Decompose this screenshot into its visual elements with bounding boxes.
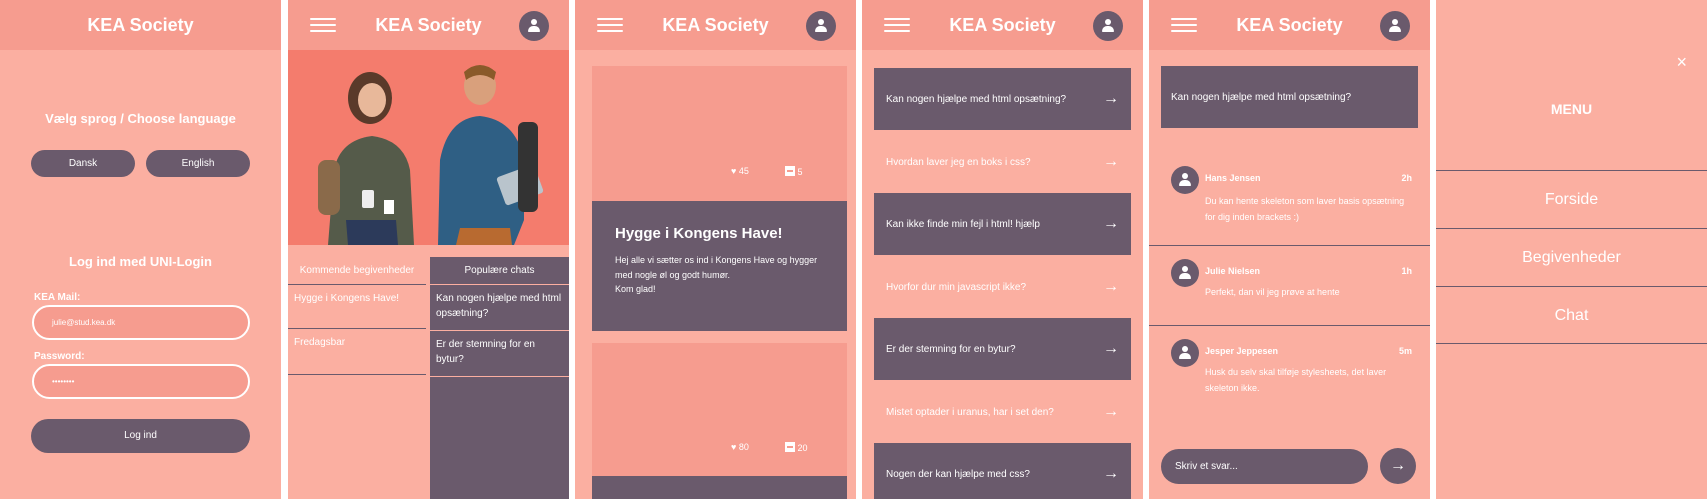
chat-message: Julie Nielsen 1h Perfekt, dan vil jeg pr… [1149,246,1430,326]
reply-input[interactable]: Skriv et svar... [1161,449,1368,484]
question-text: Kan ikke finde min fejl i html! hjælp [886,218,1040,230]
message-author: Julie Nielsen [1205,266,1261,276]
chat-message: Jesper Jeppesen 5m Husk du selv skal til… [1149,326,1430,416]
menu-item-begivenheder[interactable]: Begivenheder [1436,228,1707,286]
password-label: Password: [34,351,85,362]
question-row[interactable]: Mistet optader i uranus, har i set den? … [874,381,1131,443]
mail-label: KEA Mail: [34,292,81,303]
header: KEA Society [1149,0,1430,50]
login-title: Log ind med UNI-Login [69,254,212,269]
avatar [1171,259,1199,287]
arrow-icon: → [1103,278,1119,295]
message-time: 5m [1398,346,1412,356]
students-illustration [318,65,544,245]
profile-icon[interactable] [1380,11,1410,41]
mail-input[interactable]: julie@stud.kea.dk [32,305,250,340]
message-time: 2h [1401,173,1412,183]
question-text: Hvordan laver jeg en boks i css? [886,156,1031,168]
language-prompt: Vælg sprog / Choose language [45,111,236,126]
arrow-icon: → [1103,153,1119,170]
hero-image [288,50,569,245]
comment-count[interactable]: 20 [785,442,808,453]
events-screen: KEA Society ♥ 45 5 Hygge i Kongens Have!… [575,0,856,499]
chat-item[interactable]: Kan nogen hjælpe med html opsætning? [430,285,569,331]
message-text: Perfekt, dan vil jeg prøve at hente [1205,287,1340,297]
question-row[interactable]: Kan ikke finde min fejl i html! hjælp → [874,193,1131,255]
event-item[interactable]: Fredagsbar [288,329,426,375]
login-button[interactable]: Log ind [31,419,250,453]
message-author: Hans Jensen [1205,173,1261,183]
arrow-icon: → [1390,457,1406,474]
event-cta: Kom glad! [615,284,656,294]
profile-icon[interactable] [519,11,549,41]
chats-column-header: Populære chats [430,257,569,285]
header: KEA Society [0,0,281,50]
chat-message: Hans Jensen 2h Du kan hente skeleton som… [1149,155,1430,246]
menu-item-chat[interactable]: Chat [1436,286,1707,344]
lang-english-button[interactable]: English [146,150,250,177]
like-count[interactable]: ♥ 80 [731,442,749,452]
close-icon[interactable]: × [1676,52,1687,73]
question-header: Kan nogen hjælpe med html opsætning? [1161,66,1418,128]
chat-item[interactable]: Er der stemning for en bytur? [430,331,569,377]
profile-icon[interactable] [806,11,836,41]
question-text: Mistet optader i uranus, har i set den? [886,406,1054,418]
comment-count[interactable]: 5 [785,166,803,177]
question-row[interactable]: Hvordan laver jeg en boks i css? → [874,131,1131,193]
menu-screen: × MENU Forside Begivenheder Chat [1436,0,1707,499]
profile-icon[interactable] [1093,11,1123,41]
chats-column: Populære chats Kan nogen hjælpe med html… [430,257,569,499]
event-card-image[interactable] [592,66,847,201]
event-item[interactable]: Hygge i Kongens Have! [288,285,426,329]
featured-event-card[interactable]: Hygge i Kongens Have! Hej alle vi sætter… [592,201,847,331]
avatar [1171,166,1199,194]
message-time: 1h [1401,266,1412,276]
menu-title: MENU [1550,101,1593,117]
chat-detail-screen: KEA Society Kan nogen hjælpe med html op… [1149,0,1430,499]
heart-icon: ♥ [731,166,737,176]
app-title: KEA Society [87,15,194,35]
like-count[interactable]: ♥ 45 [731,166,749,176]
event-title: Hygge i Kongens Have! [615,225,783,242]
message-author: Jesper Jeppesen [1205,346,1279,356]
question-text: Kan nogen hjælpe med html opsætning? [886,93,1067,105]
menu-item-forside[interactable]: Forside [1436,170,1707,228]
events-column-header: Kommende begivenheder [288,257,426,285]
question-row[interactable]: Hvorfor dur min javascript ikke? → [874,256,1131,318]
event-card[interactable] [592,476,847,499]
event-description: Hej alle vi sætter os ind i Kongens Have… [615,255,818,280]
question-text: Nogen der kan hjælpe med css? [886,468,1030,480]
header: KEA Society [862,0,1143,50]
arrow-icon: → [1103,90,1119,107]
question-text: Hvorfor dur min javascript ikke? [886,281,1027,293]
avatar [1171,339,1199,367]
lang-dansk-button[interactable]: Dansk [31,150,135,177]
event-card-image[interactable] [592,343,847,476]
message-text: Du kan hente skeleton som laver basis op… [1205,196,1405,222]
question-row[interactable]: Nogen der kan hjælpe med css? → [874,443,1131,499]
header: KEA Society [575,0,856,50]
chat-list-screen: KEA Society Kan nogen hjælpe med html op… [862,0,1143,499]
comment-icon [785,442,795,452]
arrow-icon: → [1103,215,1119,232]
message-text: Husk du selv skal tilføje stylesheets, d… [1205,367,1387,393]
question-text: Er der stemning for en bytur? [886,343,1016,355]
password-input[interactable]: •••••••• [32,364,250,399]
send-button[interactable]: → [1380,448,1416,484]
question-row[interactable]: Kan nogen hjælpe med html opsætning? → [874,68,1131,130]
question-text: Kan nogen hjælpe med html opsætning? [1171,91,1352,103]
arrow-icon: → [1103,465,1119,482]
events-column: Kommende begivenheder Hygge i Kongens Ha… [288,257,426,499]
arrow-icon: → [1103,403,1119,420]
home-screen: KEA Society Kommende begivenheder Hygge … [288,0,569,499]
arrow-icon: → [1103,340,1119,357]
comment-icon [785,166,795,176]
heart-icon: ♥ [731,442,737,452]
login-screen: KEA Society Vælg sprog / Choose language… [0,0,281,499]
question-row[interactable]: Er der stemning for en bytur? → [874,318,1131,380]
header: KEA Society [288,0,569,50]
